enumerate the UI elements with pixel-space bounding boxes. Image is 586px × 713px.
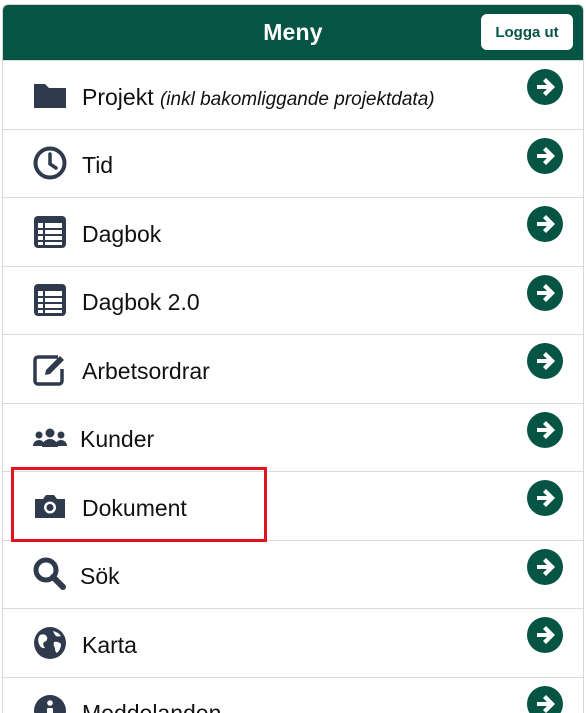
menu-item-karta[interactable]: Karta — [3, 608, 583, 677]
menu-item-note: (inkl bakomliggande projektdata) — [159, 88, 435, 110]
menu-header: Meny Logga ut — [3, 5, 583, 60]
menu-item-tid[interactable]: Tid — [3, 128, 583, 198]
menu-item-label: Arbetsordrar — [82, 357, 210, 384]
menu-item-dagbok-2[interactable]: Dagbok 2.0 — [3, 265, 583, 335]
edit-icon — [31, 350, 69, 388]
menu-item-kunder[interactable]: Kunder — [3, 402, 583, 472]
menu-item-meddelanden[interactable]: Meddelanden — [3, 676, 583, 713]
arrow-right-icon[interactable] — [527, 343, 563, 379]
users-icon — [31, 418, 69, 456]
menu-item-label: Tid — [82, 152, 114, 179]
arrow-right-icon[interactable] — [527, 480, 563, 516]
menu-item-sok[interactable]: Sök — [3, 539, 583, 609]
info-icon — [31, 692, 69, 713]
list-table-icon — [31, 213, 69, 251]
arrow-right-icon[interactable] — [527, 411, 563, 448]
menu-item-label: Dagbok — [82, 220, 162, 247]
menu-item-label: Sök — [80, 563, 120, 590]
globe-icon — [31, 624, 69, 662]
arrow-right-icon[interactable] — [527, 206, 563, 242]
list-table-icon — [31, 281, 69, 319]
arrow-right-icon[interactable] — [527, 137, 563, 174]
arrow-right-icon[interactable] — [527, 685, 563, 713]
menu-item-arbetsordrar[interactable]: Arbetsordrar — [3, 334, 583, 403]
menu-item-label: Kunder — [80, 426, 155, 453]
menu-item-label: Dokument — [82, 494, 187, 521]
search-icon — [31, 555, 69, 593]
arrow-right-icon[interactable] — [527, 274, 563, 311]
page-title: Meny — [263, 19, 323, 45]
menu-item-label: Karta — [82, 631, 137, 658]
arrow-right-icon[interactable] — [527, 69, 563, 105]
arrow-right-icon[interactable] — [527, 617, 563, 653]
menu-item-dagbok[interactable]: Dagbok — [3, 197, 583, 266]
arrow-right-icon[interactable] — [527, 548, 563, 585]
logout-button[interactable]: Logga ut — [481, 14, 573, 50]
menu-panel: Meny Logga ut Projekt (inkl bakomliggand… — [2, 4, 584, 713]
menu-item-label: Dagbok 2.0 — [82, 289, 200, 316]
folder-icon — [31, 76, 69, 114]
menu-item-label-text: Projekt — [82, 83, 154, 110]
menu-item-label: Meddelanden — [82, 700, 221, 713]
clock-icon — [31, 144, 69, 182]
menu-item-dokument[interactable]: Dokument — [3, 471, 583, 540]
camera-icon — [31, 487, 69, 525]
menu-item-projekt[interactable]: Projekt (inkl bakomliggande projektdata) — [3, 60, 583, 129]
menu-item-label: Projekt (inkl bakomliggande projektdata) — [82, 84, 435, 111]
